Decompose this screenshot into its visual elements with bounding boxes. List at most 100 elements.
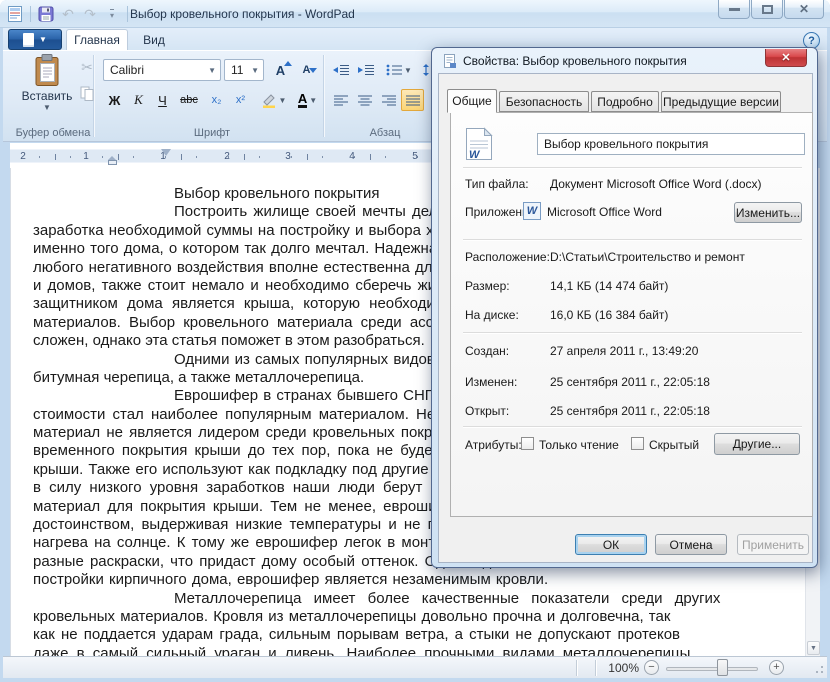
ruler-tick (306, 154, 308, 160)
increase-indent-button[interactable] (354, 59, 377, 81)
first-line-indent-marker[interactable] (161, 149, 171, 161)
size-on-disk-label: На диске: (465, 308, 519, 322)
dialog-title: Свойства: Выбор кровельного покрытия (463, 54, 687, 68)
customize-arrow-icon[interactable]: ▾ (101, 3, 123, 25)
wordpad-window: ↶ ↷ ▾ Выбор кровельного покрытия - WordP… (0, 0, 830, 682)
chevron-down-icon: ▼ (278, 95, 287, 105)
ok-button[interactable]: ОК (575, 534, 647, 555)
font-color-button[interactable]: A ▼ (292, 89, 323, 111)
ruler-tick (54, 154, 56, 160)
ruler-tick (70, 156, 72, 158)
title-bar: ↶ ↷ ▾ Выбор кровельного покрытия - WordP… (0, 0, 830, 28)
minimize-icon (728, 7, 740, 11)
accessed-value: 25 сентября 2011 г., 22:05:18 (550, 404, 710, 418)
tab-details-label: Подробно (597, 94, 653, 109)
bold-button[interactable]: Ж (103, 89, 126, 111)
divider (595, 660, 596, 676)
align-center-button[interactable] (353, 89, 376, 111)
tab-security[interactable]: Безопасность (499, 91, 589, 112)
maximize-button[interactable] (751, 0, 783, 19)
tab-details[interactable]: Подробно (591, 91, 659, 112)
indent-marker-base (108, 160, 117, 165)
created-label: Создан: (465, 344, 510, 358)
cancel-button[interactable]: Отмена (655, 534, 727, 555)
zoom-slider-track[interactable] (666, 667, 758, 671)
bullets-button[interactable]: ▼ (383, 59, 415, 81)
grow-font-icon: A (276, 60, 293, 78)
scroll-down-icon[interactable]: ▼ (807, 641, 820, 655)
wordpad-icon[interactable] (4, 3, 26, 25)
ruler-tick (180, 154, 182, 160)
tab-security-label: Безопасность (505, 94, 583, 109)
copy-icon (80, 86, 93, 101)
highlight-icon (262, 93, 275, 108)
font-size-combo[interactable]: 11 ▼ (224, 59, 264, 81)
zoom-level: 100% (608, 661, 639, 675)
underline-button[interactable]: Ч (151, 89, 174, 111)
apply-button[interactable]: Применить (737, 534, 809, 555)
file-type-value: Документ Microsoft Office Word (.docx) (550, 177, 762, 191)
modified-label: Изменен: (465, 375, 518, 389)
hidden-checkbox[interactable] (631, 437, 644, 450)
tab-previous-versions-label: Предыдущие версии (663, 94, 779, 109)
readonly-checkbox[interactable] (521, 437, 534, 450)
copy-button[interactable] (77, 83, 97, 103)
ruler-tick (196, 156, 198, 158)
shrink-font-button[interactable]: A (295, 59, 318, 81)
tab-home[interactable]: Главная (66, 29, 128, 50)
font-name-combo[interactable]: Calibri ▼ (103, 59, 221, 81)
size-on-disk-value: 16,0 КБ (16 384 байт) (550, 308, 669, 322)
divider (463, 332, 802, 334)
ruler-tick (101, 156, 103, 158)
align-right-icon (381, 95, 396, 105)
ruler-tick (117, 154, 119, 160)
cut-button[interactable]: ✂ (77, 57, 97, 77)
align-left-button[interactable] (329, 89, 352, 111)
dialog-close-button[interactable]: ✕ (765, 49, 807, 67)
bullets-icon (386, 64, 403, 76)
undo-icon[interactable]: ↶ (57, 3, 79, 25)
change-app-button[interactable]: Изменить... (734, 202, 802, 223)
tab-view[interactable]: Вид (130, 29, 178, 50)
filename-input[interactable] (537, 133, 805, 155)
ruler-number: 3 (285, 151, 291, 162)
divider (127, 6, 128, 22)
subscript-button[interactable]: x₂ (205, 89, 228, 111)
decrease-indent-icon (332, 65, 349, 75)
zoom-slider-thumb[interactable] (717, 659, 728, 676)
other-attributes-button[interactable]: Другие... (714, 433, 800, 455)
document-line: как не поддается ударам града, сильным п… (33, 626, 681, 644)
ruler-number: 2 (224, 151, 230, 162)
chevron-down-icon: ▼ (251, 65, 259, 75)
font-name-value: Calibri (110, 63, 145, 77)
indent-marker-top (108, 152, 116, 160)
decrease-indent-button[interactable] (329, 59, 352, 81)
wordpad-menu-button[interactable]: ▼ (8, 29, 62, 50)
created-value: 27 апреля 2011 г., 13:49:20 (550, 344, 699, 358)
grow-font-button[interactable]: A (268, 59, 293, 81)
superscript-button[interactable]: x² (229, 89, 252, 111)
readonly-label: Только чтение (539, 438, 619, 452)
zoom-out-button[interactable]: − (644, 660, 659, 675)
paste-button[interactable]: Вставить ▼ (15, 54, 79, 126)
ruler-tick (385, 156, 387, 158)
save-icon[interactable] (35, 3, 57, 25)
zoom-in-button[interactable]: + (769, 660, 784, 675)
tab-previous-versions[interactable]: Предыдущие версии (661, 91, 781, 112)
strikethrough-button[interactable]: abc (175, 89, 203, 111)
close-button[interactable]: ✕ (784, 0, 824, 19)
tab-general[interactable]: Общие (447, 89, 497, 113)
left-indent-marker[interactable] (108, 152, 117, 165)
file-type-label: Тип файла: (465, 177, 529, 191)
redo-icon[interactable]: ↷ (79, 3, 101, 25)
italic-button[interactable]: К (127, 89, 150, 111)
align-right-button[interactable] (377, 89, 400, 111)
minimize-button[interactable] (718, 0, 750, 19)
font-size-value: 11 (231, 63, 244, 77)
document-line: даже в самый сильный ураган и ливень. На… (33, 644, 691, 656)
justify-button[interactable] (401, 89, 424, 111)
chevron-down-icon: ▼ (208, 65, 216, 75)
ruler-number: 5 (412, 151, 418, 162)
divider (323, 55, 324, 137)
highlight-button[interactable]: ▼ (257, 89, 290, 111)
